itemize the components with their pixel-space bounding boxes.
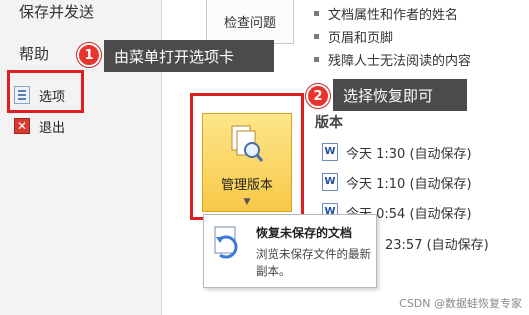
recover-unsaved-menu[interactable]: 恢复未保存的文档 浏览未保存文件的最新副本。	[203, 214, 377, 288]
version-item[interactable]: W 今天 1:30 (自动保存)	[322, 142, 472, 162]
chevron-down-icon: ▼	[243, 197, 251, 207]
manage-versions-label: 管理版本	[220, 178, 273, 193]
watermark: CSDN @数据蛙恢复专家	[399, 297, 522, 310]
nav-save-send[interactable]: 保存并发送	[19, 1, 94, 22]
callout-step-1: 由菜单打开选项卡	[104, 40, 274, 72]
bullet-item: 页眉和页脚	[313, 27, 393, 46]
version-item[interactable]: 23:57 (自动保存)	[385, 233, 489, 253]
callout-step-2: 选择恢复即可	[333, 79, 467, 111]
step-2-badge: 2	[306, 84, 330, 108]
options-highlight-box	[7, 70, 84, 113]
step-1-badge: 1	[77, 43, 101, 67]
word-document-icon: W	[322, 143, 338, 161]
versions-heading: 版本	[315, 115, 343, 131]
nav-exit-label: 退出	[39, 120, 66, 136]
nav-help[interactable]: 帮助	[19, 43, 49, 64]
nav-exit[interactable]: ✕ 退出	[14, 114, 65, 138]
recover-unsaved-description: 浏览未保存文件的最新副本。	[256, 247, 371, 278]
recover-unsaved-title: 恢复未保存的文档	[256, 226, 353, 240]
version-item[interactable]: W 今天 1:10 (自动保存)	[322, 172, 472, 192]
manage-versions-button[interactable]: 管理版本 ▼	[202, 113, 292, 212]
exit-icon: ✕	[14, 118, 30, 134]
inspect-document-button[interactable]: 检查问题	[206, 0, 294, 44]
recover-document-icon	[212, 225, 246, 265]
manage-versions-icon	[230, 124, 264, 164]
bullet-item: 文档属性和作者的姓名	[313, 4, 458, 23]
word-document-icon: W	[322, 173, 338, 191]
bullet-item: 残障人士无法阅读的内容	[313, 50, 471, 69]
